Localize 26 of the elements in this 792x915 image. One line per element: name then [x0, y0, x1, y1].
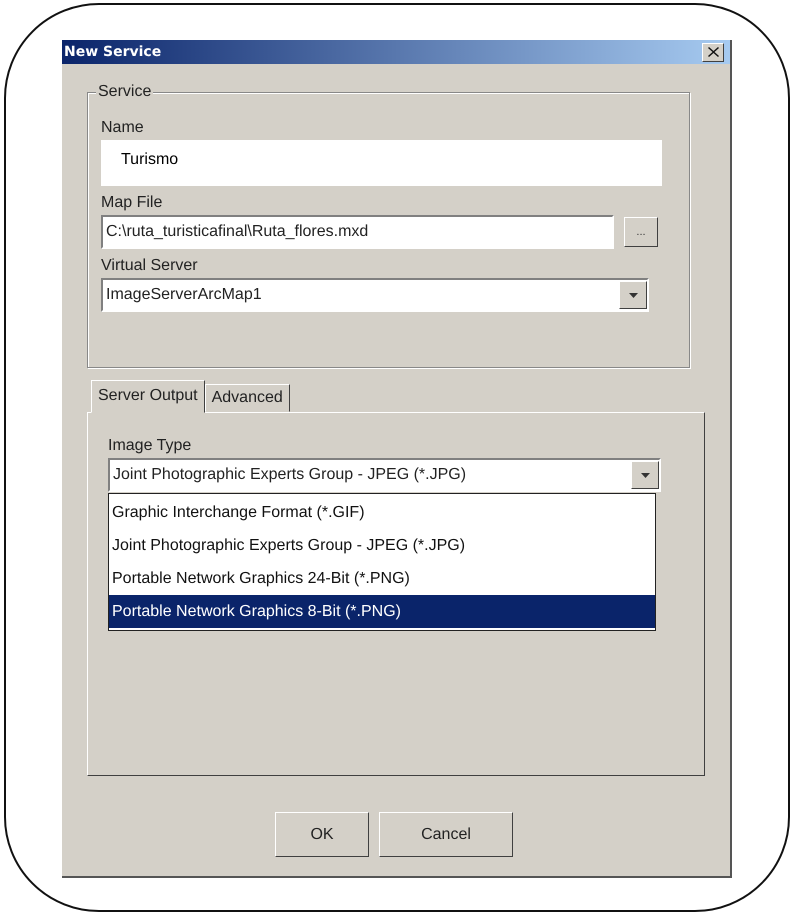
dropdown-value: Joint Photographic Experts Group - JPEG (*.JPG) [113, 466, 466, 484]
dropdown-value: ImageServerArcMap1 [106, 286, 262, 304]
tab[interactable]: Server Output [91, 380, 205, 413]
dialog-button[interactable]: OK [275, 812, 369, 857]
close-icon [708, 47, 718, 57]
field-label: Map File [101, 194, 164, 212]
browse-button[interactable]: ... [624, 217, 658, 247]
caret-icon [628, 292, 638, 298]
caret-icon [640, 472, 650, 478]
dropdown-field[interactable]: ImageServerArcMap1 [101, 278, 649, 312]
text-field[interactable]: Turismo [101, 140, 662, 186]
field-label: Image Type [108, 437, 192, 455]
dialog-button[interactable]: Cancel [379, 812, 513, 857]
dropdown-field[interactable]: Joint Photographic Experts Group - JPEG (*.JPG) [108, 458, 661, 492]
dropdown-button[interactable] [619, 281, 647, 309]
tab[interactable]: Advanced [204, 384, 290, 412]
field-label: Name [101, 119, 145, 137]
dropdown-option[interactable]: Portable Network Graphics 24-Bit (*.PNG) [109, 562, 655, 595]
text-field[interactable]: C:\ruta_turisticafinal\Ruta_flores.mxd [101, 215, 614, 249]
window-title: New Service [64, 44, 162, 60]
field-label: Virtual Server [101, 257, 199, 275]
close-button[interactable] [702, 42, 724, 62]
dropdown-option[interactable]: Joint Photographic Experts Group - JPEG (*.JPG) [109, 529, 655, 562]
dropdown-option[interactable]: Portable Network Graphics 8-Bit (*.PNG) [109, 595, 655, 628]
dropdown-button[interactable] [631, 461, 659, 489]
dropdown-option[interactable]: Graphic Interchange Format (*.GIF) [109, 496, 655, 529]
